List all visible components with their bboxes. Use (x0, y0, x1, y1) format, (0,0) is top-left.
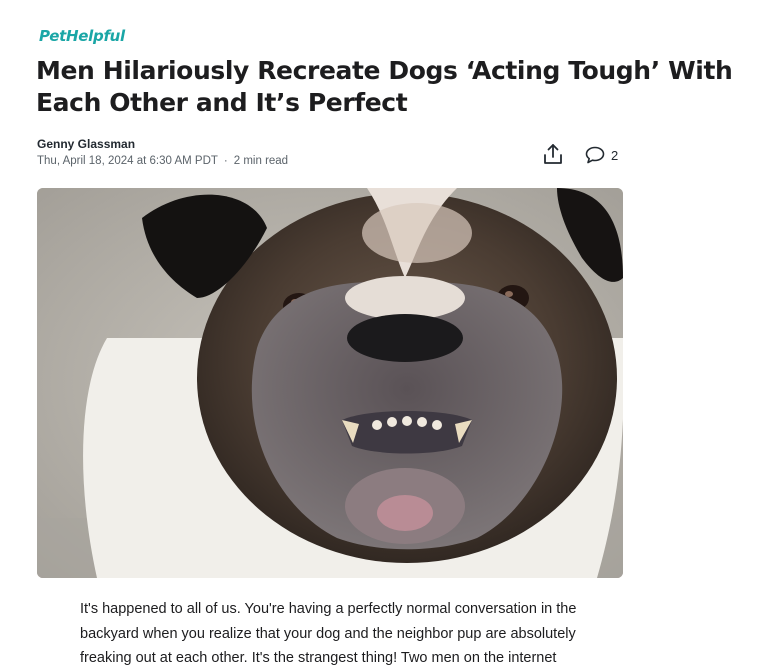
meta-separator: · (223, 155, 228, 167)
comment-icon (585, 146, 605, 164)
author-name[interactable]: Genny Glassman (37, 137, 135, 151)
article-meta: Thu, April 18, 2024 at 6:30 AM PDT · 2 min… (37, 155, 288, 167)
comment-count: 2 (611, 147, 619, 163)
share-button[interactable] (541, 142, 565, 166)
article-headline: Men Hilariously Recreate Dogs ‘Acting To… (36, 56, 733, 117)
site-logo[interactable]: PetHelpful (39, 27, 125, 45)
hero-image (37, 188, 623, 578)
read-time: 2 min read (233, 155, 289, 167)
comments-button[interactable]: 2 (585, 145, 618, 165)
share-icon (544, 144, 562, 164)
publish-date: Thu, April 18, 2024 at 6:30 AM PDT (37, 155, 218, 167)
article-body: It's happened to all of us. You're havin… (80, 601, 577, 666)
bulldog-photo (37, 188, 623, 578)
